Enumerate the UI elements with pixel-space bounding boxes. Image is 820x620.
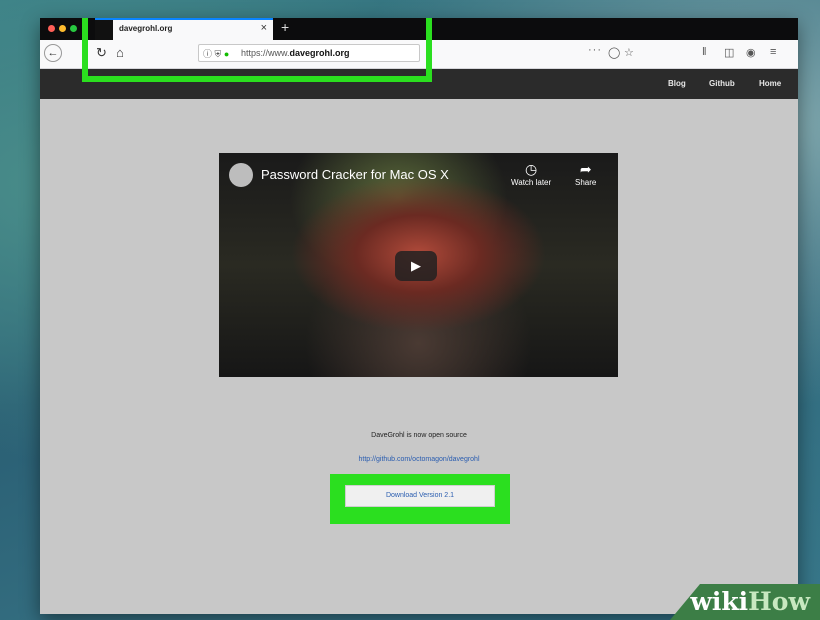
share-button[interactable]: ➦ Share [575, 161, 596, 187]
page-actions-icon[interactable]: ··· [588, 44, 602, 56]
url-text[interactable]: https://www.davegrohl.org [241, 48, 350, 58]
github-link[interactable]: http://github.com/octomagon/davegrohl [40, 456, 798, 463]
lock-icon[interactable]: ● [224, 49, 229, 59]
sidebar-icon[interactable]: ◫ [724, 46, 734, 59]
tab-bar: davegrohl.org × + [40, 18, 798, 40]
home-icon[interactable]: ⌂ [116, 45, 124, 61]
tab-close-icon[interactable]: × [261, 22, 267, 34]
shield-icon[interactable]: ⛨ [215, 49, 222, 59]
nav-link-blog[interactable]: Blog [668, 79, 686, 88]
tab-davegrohl[interactable]: davegrohl.org × [95, 18, 273, 40]
info-icon[interactable]: ⓘ [203, 49, 212, 59]
video-embed[interactable]: Password Cracker for Mac OS X ◷ Watch la… [219, 153, 618, 377]
clock-icon: ◷ [524, 161, 538, 177]
minimize-window-button[interactable] [59, 25, 66, 32]
hamburger-menu-icon[interactable]: ≡ [770, 46, 776, 58]
nav-link-github[interactable]: Github [709, 79, 735, 88]
open-source-text: DaveGrohl is now open source [371, 432, 467, 439]
site-header: Blog Github Home [40, 69, 798, 99]
video-title[interactable]: Password Cracker for Mac OS X [261, 167, 449, 182]
play-button[interactable]: ▶ [395, 251, 437, 281]
browser-window: davegrohl.org × + ← ↻ ⌂ ⓘ ⛨ ● https://ww… [40, 18, 798, 614]
arrow-left-icon[interactable]: ← [44, 44, 62, 62]
nav-link-home[interactable]: Home [759, 79, 781, 88]
share-icon: ➦ [579, 161, 592, 177]
account-icon[interactable]: ◉ [746, 46, 756, 59]
favicon-icon [95, 20, 113, 40]
channel-avatar[interactable] [229, 163, 253, 187]
reload-icon[interactable]: ↻ [96, 45, 107, 61]
pocket-icon[interactable]: ◯ [608, 46, 620, 59]
new-tab-button[interactable]: + [281, 19, 289, 35]
navigation-toolbar: ← ↻ ⌂ ⓘ ⛨ ● https://www.davegrohl.org ··… [40, 40, 798, 69]
close-window-button[interactable] [48, 25, 55, 32]
download-button[interactable]: Download Version 2.1 [345, 485, 495, 507]
url-bar[interactable]: ⓘ ⛨ ● https://www.davegrohl.org [198, 44, 420, 62]
watch-later-button[interactable]: ◷ Watch later [511, 161, 551, 187]
tab-title: davegrohl.org [119, 24, 173, 33]
library-icon[interactable]: ‖ [702, 46, 707, 58]
zoom-window-button[interactable] [70, 25, 77, 32]
star-icon[interactable]: ☆ [624, 46, 634, 59]
